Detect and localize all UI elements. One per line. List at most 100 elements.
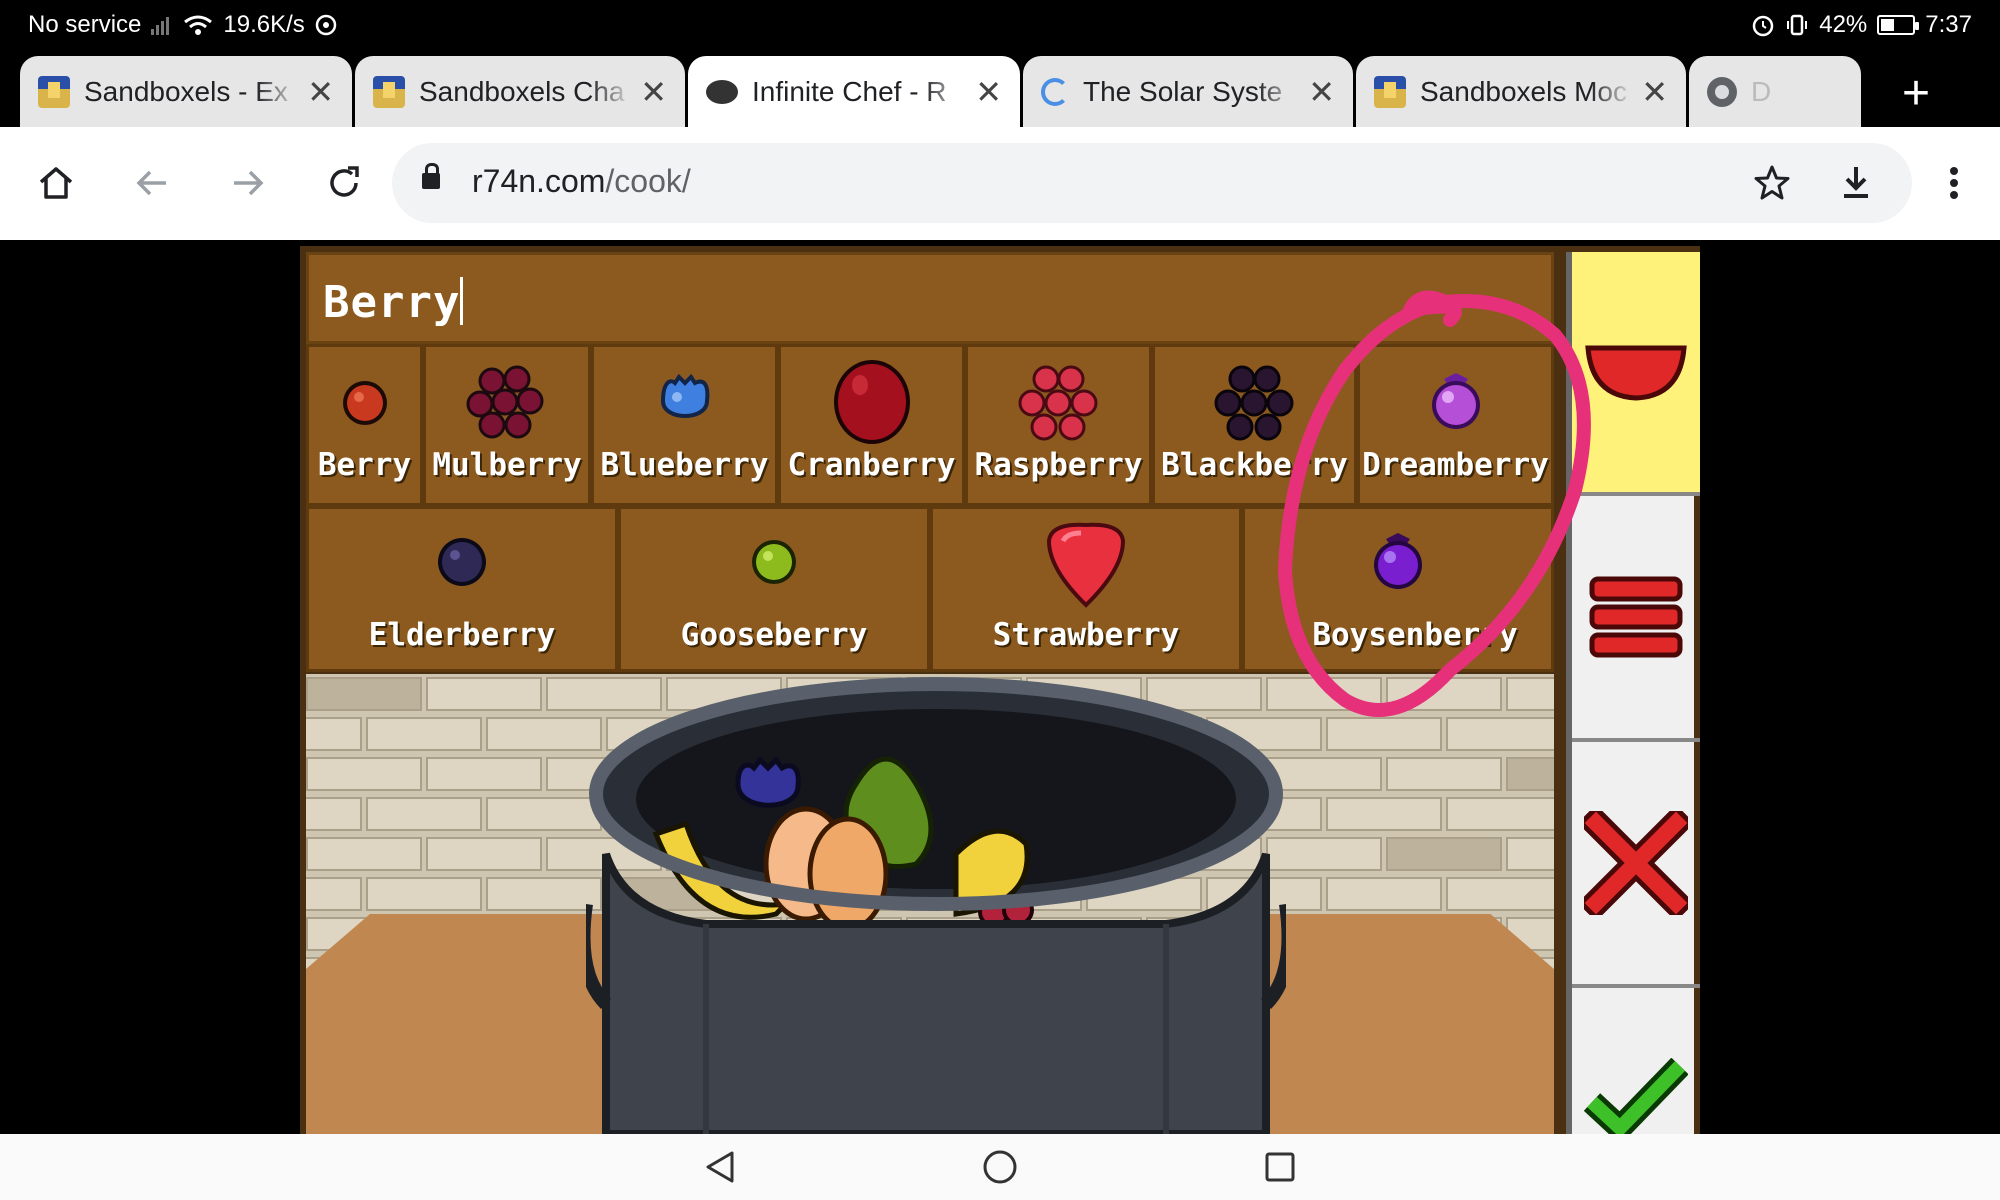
alarm-icon (1752, 15, 1774, 37)
tab-solar-system[interactable]: The Solar Syste ✕ (1023, 56, 1353, 127)
gooseberry-icon (752, 540, 796, 584)
lock-icon (422, 163, 440, 189)
confirm-icon (1584, 1058, 1688, 1134)
ingredient-label: Blueberry (600, 447, 769, 483)
brick (306, 837, 422, 871)
sandboxels-icon (1374, 75, 1406, 108)
brick (366, 717, 482, 751)
blueberry-icon (660, 373, 709, 418)
ingredient-boysenberry[interactable]: Boysenberry (1242, 506, 1554, 672)
url-text[interactable]: r74n.com/cook/ (472, 163, 691, 200)
ingredient-label: Strawberry (992, 617, 1180, 653)
brick (1326, 877, 1442, 911)
ingredient-label: Berry (317, 447, 412, 483)
clock: 7:37 (1925, 11, 1972, 38)
strawberry-icon (1046, 522, 1126, 608)
tab-sandboxels-moc[interactable]: Sandboxels Moc ✕ (1356, 56, 1686, 127)
tab-title: Sandboxels - Ex (84, 75, 288, 107)
chrome-icon (1707, 76, 1737, 107)
mulberry-icon (466, 365, 544, 439)
circle-home-icon (983, 1150, 1017, 1184)
tab-title: D (1751, 75, 1772, 107)
battery-percent: 42% (1819, 11, 1868, 38)
confirm-button[interactable] (1572, 988, 1700, 1134)
brick (306, 797, 362, 831)
forward-button[interactable] (220, 155, 276, 211)
signal-icon (151, 15, 173, 35)
new-tab-button[interactable]: + (1888, 66, 1944, 122)
ingredient-blueberry[interactable]: Blueberry (591, 344, 778, 506)
bowl-button[interactable] (1572, 252, 1700, 496)
kitchen-scene (306, 674, 1554, 1134)
brick (1326, 717, 1442, 751)
ingredient-search-input[interactable]: Berry (306, 252, 1554, 344)
ingredient-raspberry[interactable]: Raspberry (965, 344, 1152, 506)
star-icon[interactable] (1752, 163, 1792, 203)
brick (1386, 837, 1502, 871)
tab-title: Sandboxels Moc (1420, 75, 1628, 107)
close-icon[interactable]: ✕ (307, 76, 334, 108)
sandboxels-icon (373, 75, 405, 108)
brick (426, 837, 542, 871)
ingredient-elderberry[interactable]: Elderberry (306, 506, 618, 672)
tab-title: The Solar Syste (1083, 75, 1283, 107)
sandboxels-icon (38, 75, 70, 108)
download-icon[interactable] (1836, 163, 1876, 203)
page-content: Berry Berry Mulberry Blueberry Cranberry… (0, 240, 2000, 1134)
text-caret (460, 277, 464, 325)
nav-recents-button[interactable] (1256, 1143, 1304, 1191)
ingredient-cranberry[interactable]: Cranberry (778, 344, 965, 506)
ingredient-label: Dreamberry (1362, 447, 1549, 483)
back-button[interactable] (124, 155, 180, 211)
tab-infinite-chef[interactable]: Infinite Chef - R ✕ (688, 56, 1020, 127)
system-navigation-bar (0, 1134, 2000, 1200)
reload-icon (330, 166, 359, 197)
nav-back-button[interactable] (696, 1143, 744, 1191)
tab-overflow[interactable]: D (1689, 56, 1861, 127)
brick (486, 797, 602, 831)
ingredient-label: Cranberry (787, 447, 956, 483)
ingredient-label: Raspberry (974, 447, 1143, 483)
wifi-icon (184, 15, 213, 35)
tab-title: Infinite Chef - R (752, 75, 947, 107)
close-icon[interactable]: ✕ (975, 76, 1002, 108)
brick (426, 757, 542, 791)
brick (1446, 797, 1554, 831)
ingredient-grid: Berry Mulberry Blueberry Cranberry Raspb… (306, 344, 1554, 674)
address-bar[interactable]: r74n.com/cook/ (392, 143, 1912, 223)
more-vert-icon (1950, 167, 1958, 199)
boysenberry-icon (1374, 533, 1422, 589)
close-icon[interactable]: ✕ (1308, 76, 1335, 108)
ingredient-mulberry[interactable]: Mulberry (423, 344, 591, 506)
triangle-back-icon (706, 1151, 734, 1183)
home-button[interactable] (28, 155, 84, 211)
loading-spinner-icon (1041, 77, 1069, 106)
tab-sandboxels-cha[interactable]: Sandboxels Cha ✕ (355, 56, 685, 127)
carrier-label: No service (28, 11, 142, 38)
close-icon[interactable]: ✕ (1641, 76, 1668, 108)
more-menu-button[interactable] (1926, 155, 1982, 211)
ingredient-berry[interactable]: Berry (306, 344, 423, 506)
clear-button[interactable] (1572, 742, 1700, 988)
brick (1446, 717, 1554, 751)
ingredient-strawberry[interactable]: Strawberry (930, 506, 1242, 672)
brick (1386, 757, 1502, 791)
ingredient-dreamberry[interactable]: Dreamberry (1357, 344, 1554, 506)
raspberry-icon (1018, 365, 1097, 441)
tab-sandboxels-ex[interactable]: Sandboxels - Ex ✕ (20, 56, 352, 127)
ingredient-gooseberry[interactable]: Gooseberry (618, 506, 930, 672)
blackberry-icon (1214, 365, 1293, 441)
brick (1506, 837, 1554, 871)
nav-home-button[interactable] (976, 1143, 1024, 1191)
brick (306, 677, 422, 711)
side-action-panel (1566, 252, 1700, 1134)
ingredient-blackberry[interactable]: Blackberry (1152, 344, 1357, 506)
list-button[interactable] (1572, 496, 1700, 742)
browser-toolbar: r74n.com/cook/ (0, 127, 2000, 240)
close-icon[interactable]: ✕ (640, 76, 667, 108)
vibrate-icon (1787, 14, 1808, 36)
reload-button[interactable] (316, 155, 372, 211)
tab-strip: Sandboxels - Ex ✕ Sandboxels Cha ✕ Infin… (0, 52, 2000, 127)
brick (306, 717, 362, 751)
counter-left (306, 914, 626, 1134)
